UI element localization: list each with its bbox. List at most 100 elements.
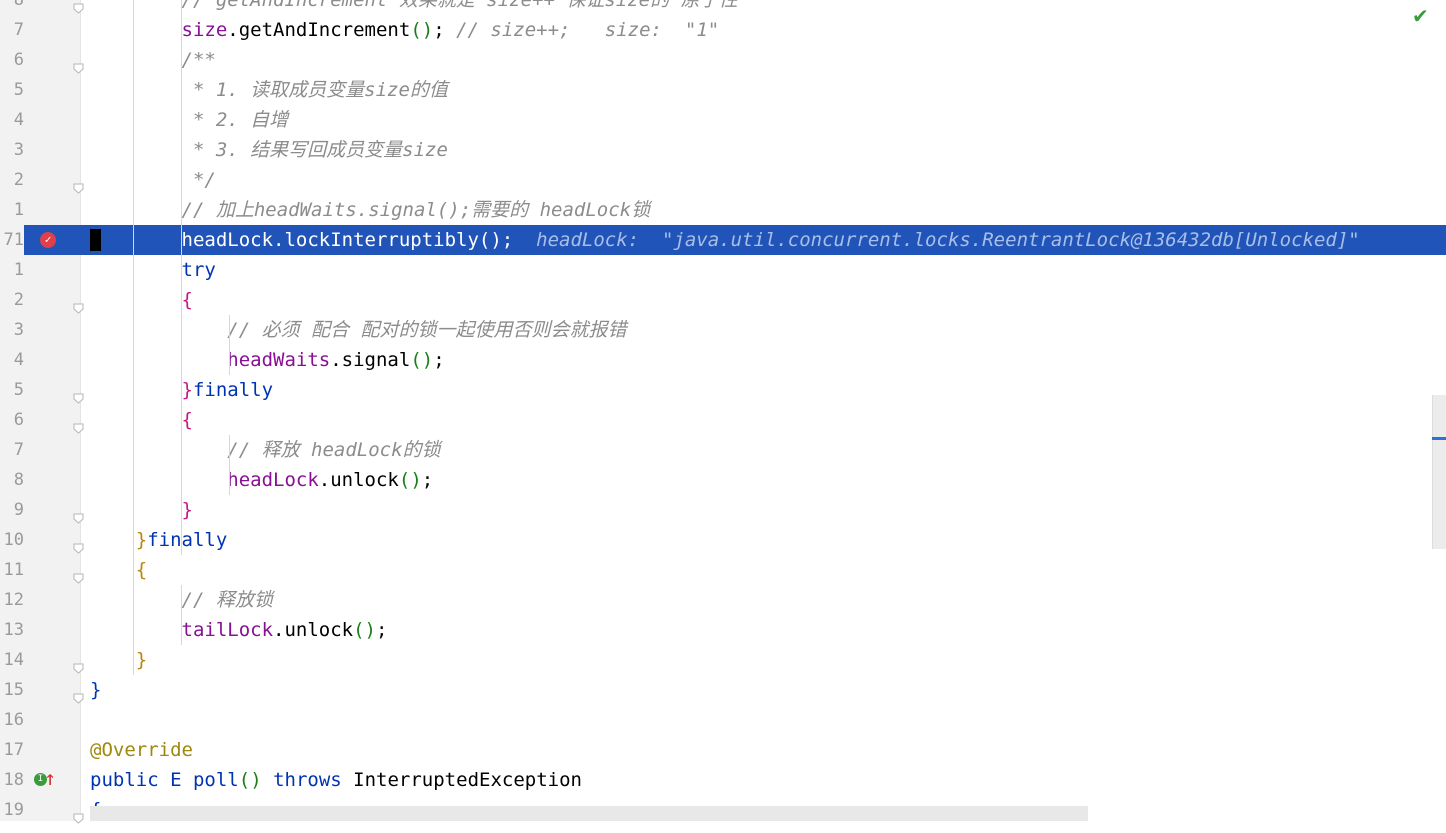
code-token: () [353, 619, 376, 641]
line-number[interactable]: 14 [0, 645, 24, 675]
code-text: public E poll() throws InterruptedExcept… [90, 765, 582, 795]
code-text: headWaits.signal(); [90, 345, 445, 375]
code-text: */ [90, 165, 216, 195]
fold-marker-icon[interactable] [73, 383, 84, 404]
code-line[interactable]: 11 { [0, 555, 1446, 585]
code-line[interactable]: 2 { [0, 285, 1446, 315]
line-number[interactable]: 1 [0, 255, 24, 285]
line-number[interactable]: 10 [0, 525, 24, 555]
code-token: throws [273, 769, 342, 791]
code-line-current[interactable]: 71 ✓ headLock.lockInterruptibly(); headLo… [0, 225, 1446, 255]
breakpoint-icon[interactable]: ✓ [40, 232, 56, 248]
line-number[interactable]: 9 [0, 495, 24, 525]
fold-marker-icon[interactable] [73, 53, 84, 74]
code-line[interactable]: 8 // getAndIncrement 效果就是 size++ 保证size的… [0, 0, 1446, 15]
code-line[interactable]: 4 headWaits.signal(); [0, 345, 1446, 375]
line-number[interactable]: 17 [0, 735, 24, 765]
line-number[interactable]: 4 [0, 345, 24, 375]
fold-marker-icon[interactable] [73, 653, 84, 674]
line-number[interactable]: 7 [0, 435, 24, 465]
line-number[interactable]: 6 [0, 45, 24, 75]
code-token: { [181, 289, 193, 311]
line-number[interactable]: 16 [0, 705, 24, 735]
code-line[interactable]: 7 // 释放 headLock的锁 [0, 435, 1446, 465]
code-line[interactable]: 5 * 1. 读取成员变量size的值 [0, 75, 1446, 105]
fold-marker-icon[interactable] [73, 293, 84, 314]
line-number[interactable]: 11 [0, 555, 24, 585]
line-number[interactable]: 8 [0, 0, 24, 15]
code-token: finally [147, 529, 228, 551]
code-line[interactable]: 3 * 3. 结果写回成员变量size [0, 135, 1446, 165]
line-number[interactable]: 7 [0, 15, 24, 45]
code-token: size: "1" [570, 19, 720, 41]
line-number[interactable]: 6 [0, 405, 24, 435]
fold-marker-icon[interactable] [73, 173, 84, 194]
fold-marker-icon[interactable] [73, 563, 84, 584]
code-text: // getAndIncrement 效果就是 size++ 保证size的 原… [90, 0, 738, 15]
fold-marker-icon[interactable] [73, 683, 84, 704]
vertical-scrollbar[interactable] [1432, 395, 1446, 549]
code-token: headLock.lockInterruptibly(); [181, 229, 514, 251]
code-token: () [238, 769, 262, 791]
code-line[interactable]: 10 }finally [0, 525, 1446, 555]
line-number[interactable]: 5 [0, 75, 24, 105]
line-number[interactable]: 15 [0, 675, 24, 705]
go-to-super-arrow-icon[interactable]: ↑ [44, 763, 56, 793]
code-text: tailLock.unlock(); [90, 615, 388, 645]
code-line[interactable]: 4 * 2. 自增 [0, 105, 1446, 135]
code-token: .getAndIncrement [227, 19, 411, 41]
code-line[interactable]: 2 */ [0, 165, 1446, 195]
code-line[interactable]: 6 /** [0, 45, 1446, 75]
code-line[interactable]: 18 I ↑ public E poll() throws InterruptedEx… [0, 765, 1446, 795]
inspection-ok-icon[interactable]: ✔ [1412, 4, 1429, 28]
line-number[interactable]: 8 [0, 465, 24, 495]
line-number[interactable]: 2 [0, 285, 24, 315]
fold-marker-icon[interactable] [73, 803, 84, 824]
line-number[interactable]: 3 [0, 315, 24, 345]
code-line[interactable]: 1 // 加上headWaits.signal();需要的 headLock锁 [0, 195, 1446, 225]
line-number[interactable]: 18 [0, 765, 24, 795]
code-line[interactable]: 1 try [0, 255, 1446, 285]
line-number[interactable]: 1 [0, 195, 24, 225]
line-number[interactable]: 71 [0, 225, 24, 255]
code-line[interactable]: 13 tailLock.unlock(); [0, 615, 1446, 645]
line-number[interactable]: 3 [0, 135, 24, 165]
code-line[interactable]: 5 }finally [0, 375, 1446, 405]
fold-marker-icon[interactable] [73, 413, 84, 434]
code-line[interactable]: 17 @Override [0, 735, 1446, 765]
fold-marker-icon[interactable] [73, 0, 84, 14]
code-line[interactable]: 6 { [0, 405, 1446, 435]
fold-marker-icon[interactable] [73, 533, 84, 554]
code-token: ; [433, 349, 445, 371]
line-number[interactable]: 2 [0, 165, 24, 195]
line-number[interactable]: 12 [0, 585, 24, 615]
code-text: } [90, 495, 193, 525]
fold-marker-icon[interactable] [73, 503, 84, 524]
code-line[interactable]: 12 // 释放锁 [0, 585, 1446, 615]
code-line[interactable]: 16 [0, 705, 1446, 735]
code-line[interactable]: 9 } [0, 495, 1446, 525]
code-token: // 释放 headLock的锁 [227, 439, 441, 461]
code-text: * 1. 读取成员变量size的值 [90, 75, 448, 105]
code-token: () [410, 19, 434, 41]
line-number[interactable]: 13 [0, 615, 24, 645]
code-line[interactable]: 14 } [0, 645, 1446, 675]
code-line[interactable]: 7 size.getAndIncrement(); // size++; siz… [0, 15, 1446, 45]
line-number[interactable]: 4 [0, 105, 24, 135]
code-editor[interactable]: 8 // getAndIncrement 效果就是 size++ 保证size的… [0, 0, 1446, 824]
horizontal-scrollbar[interactable] [90, 806, 1088, 821]
code-line[interactable]: 15} [0, 675, 1446, 705]
code-token: ; [421, 469, 434, 491]
line-number[interactable]: 5 [0, 375, 24, 405]
code-line[interactable]: 8 headLock.unlock(); [0, 465, 1446, 495]
code-line[interactable]: 3 // 必须 配合 配对的锁一起使用否则会就报错 [0, 315, 1446, 345]
